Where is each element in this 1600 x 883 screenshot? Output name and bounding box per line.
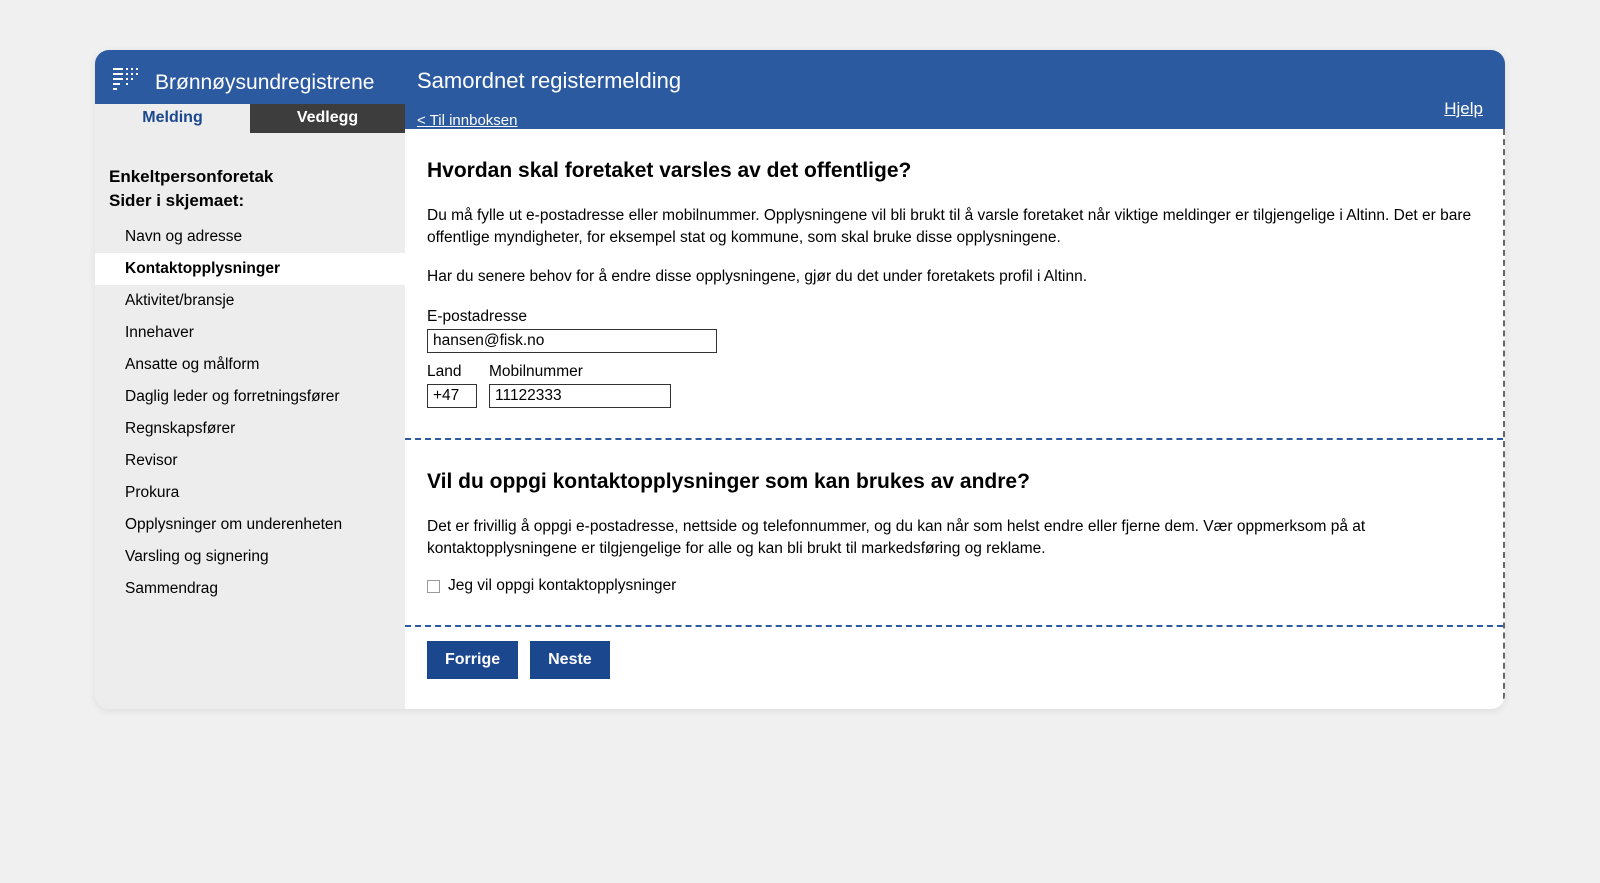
nav-item-prokura[interactable]: Prokura bbox=[95, 477, 405, 509]
app-window: Brønnøysundregistrene Samordnet register… bbox=[95, 50, 1505, 709]
nav-item-regnskapsforer[interactable]: Regnskapsfører bbox=[95, 413, 405, 445]
email-input[interactable] bbox=[427, 329, 717, 353]
tab-melding[interactable]: Melding bbox=[95, 104, 250, 133]
sidebar-title: Enkeltpersonforetak bbox=[95, 167, 405, 191]
nav-item-daglig-leder[interactable]: Daglig leder og forretningsfører bbox=[95, 381, 405, 413]
section-contact: Vil du oppgi kontaktopplysninger som kan… bbox=[405, 440, 1503, 625]
brand-block: Brønnøysundregistrene bbox=[95, 50, 405, 110]
email-field-group: E-postadresse bbox=[427, 308, 1481, 353]
phone-field-group: Land Mobilnummer bbox=[427, 363, 1481, 408]
mobile-field: Mobilnummer bbox=[489, 363, 671, 408]
nav-item-revisor[interactable]: Revisor bbox=[95, 445, 405, 477]
mobil-input[interactable] bbox=[489, 384, 671, 408]
section-notify-p2: Har du senere behov for å endre disse op… bbox=[427, 266, 1481, 288]
sidebar: Enkeltpersonforetak Sider i skjemaet: Na… bbox=[95, 129, 405, 709]
contact-checkbox-row: Jeg vil oppgi kontaktopplysninger bbox=[427, 577, 1481, 595]
prev-button[interactable]: Forrige bbox=[427, 641, 518, 679]
tabs: Melding Vedlegg bbox=[95, 104, 405, 133]
land-input[interactable] bbox=[427, 384, 477, 408]
brand-logo-icon bbox=[113, 68, 141, 98]
brand-name: Brønnøysundregistrene bbox=[155, 71, 374, 95]
mobil-label: Mobilnummer bbox=[489, 363, 671, 381]
section-notify-p1: Du må fylle ut e-postadresse eller mobil… bbox=[427, 205, 1481, 248]
country-field: Land bbox=[427, 363, 477, 408]
section-notify-heading: Hvordan skal foretaket varsles av det of… bbox=[427, 159, 1481, 183]
nav-item-kontaktopplysninger[interactable]: Kontaktopplysninger bbox=[95, 253, 405, 285]
nav-item-varsling-signering[interactable]: Varsling og signering bbox=[95, 541, 405, 573]
sidebar-subtitle: Sider i skjemaet: bbox=[95, 191, 405, 221]
header-bar: Brønnøysundregistrene Samordnet register… bbox=[95, 50, 1505, 129]
nav-item-innehaver[interactable]: Innehaver bbox=[95, 317, 405, 349]
land-label: Land bbox=[427, 363, 477, 381]
nav-item-sammendrag[interactable]: Sammendrag bbox=[95, 573, 405, 605]
section-contact-heading: Vil du oppgi kontaktopplysninger som kan… bbox=[427, 470, 1481, 494]
nav-item-aktivitet-bransje[interactable]: Aktivitet/bransje bbox=[95, 285, 405, 317]
contact-checkbox-label: Jeg vil oppgi kontaktopplysninger bbox=[448, 577, 676, 595]
section-notify: Hvordan skal foretaket varsles av det of… bbox=[405, 129, 1503, 438]
button-row: Forrige Neste bbox=[405, 625, 1503, 709]
nav-item-navn-adresse[interactable]: Navn og adresse bbox=[95, 221, 405, 253]
email-label: E-postadresse bbox=[427, 308, 1481, 326]
contact-checkbox[interactable] bbox=[427, 580, 440, 593]
app-title: Samordnet registermelding bbox=[417, 68, 1505, 94]
main-content: Hvordan skal foretaket varsles av det of… bbox=[405, 129, 1505, 709]
inbox-link[interactable]: < Til innboksen bbox=[417, 112, 517, 129]
header-middle: Samordnet registermelding < Til innbokse… bbox=[405, 50, 1505, 129]
help-link[interactable]: Hjelp bbox=[1444, 99, 1483, 119]
nav-item-underenheten[interactable]: Opplysninger om underenheten bbox=[95, 509, 405, 541]
nav-item-ansatte-malform[interactable]: Ansatte og målform bbox=[95, 349, 405, 381]
next-button[interactable]: Neste bbox=[530, 641, 610, 679]
body: Enkeltpersonforetak Sider i skjemaet: Na… bbox=[95, 129, 1505, 709]
section-contact-p1: Det er frivillig å oppgi e-postadresse, … bbox=[427, 516, 1481, 559]
tab-vedlegg[interactable]: Vedlegg bbox=[250, 104, 405, 133]
